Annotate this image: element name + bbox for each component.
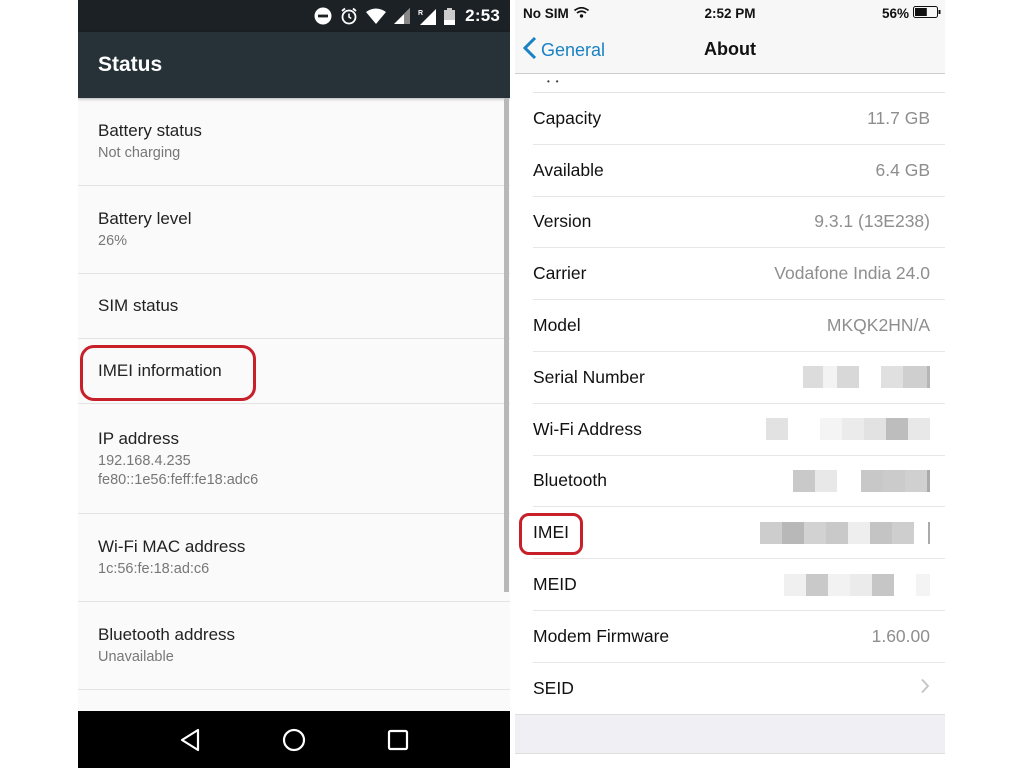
ios-about-screen: No SIM 2:52 PM 56% General About •• Capa…	[515, 0, 945, 768]
about-rows: Capacity 11.7 GB Available 6.4 GB Versio…	[515, 93, 945, 715]
row-meid: MEID	[533, 559, 945, 611]
android-nav-bar	[78, 711, 510, 768]
row-value: MKQK2HN/A	[826, 315, 930, 336]
row-wifi-address: Wi-Fi Address	[533, 404, 945, 456]
row-version: Version 9.3.1 (13E238)	[533, 197, 945, 249]
row-value: Vodafone India 24.0	[774, 263, 930, 284]
row-label: Model	[533, 315, 581, 336]
row-value: 11.7 GB	[867, 107, 930, 128]
row-carrier: Carrier Vodafone India 24.0	[533, 248, 945, 301]
row-value: 9.3.1 (13E238)	[814, 211, 930, 232]
signal-roaming-icon: R	[418, 8, 437, 25]
row-label: Bluetooth	[533, 470, 607, 491]
row-label: SEID	[533, 678, 574, 699]
ios-clock: 2:52 PM	[704, 5, 756, 21]
partially-hidden-row: ••	[533, 75, 945, 93]
row-value: 1.60.00	[871, 625, 930, 646]
item-value: 1c:56:fe:18:ad:c6	[98, 561, 210, 577]
wifi-icon	[366, 8, 387, 24]
row-label: Carrier	[533, 263, 587, 284]
scrollbar[interactable]	[504, 98, 509, 592]
list-item-sim-status[interactable]: SIM status	[78, 274, 510, 339]
item-label: IP address	[98, 428, 179, 448]
list-item-battery-level[interactable]: Battery level 26%	[78, 186, 510, 274]
row-label: Modem Firmware	[533, 625, 670, 646]
battery-indicator: 56%	[881, 5, 941, 21]
blurred-value	[784, 573, 930, 596]
item-value-ipv6: fe80::1e56:feff:fe18:adc6	[98, 471, 259, 488]
list-item-bluetooth-address[interactable]: Bluetooth address Unavailable	[78, 602, 510, 690]
battery-icon	[444, 7, 456, 25]
row-imei: IMEI	[533, 507, 945, 560]
item-value: 26%	[98, 233, 128, 249]
row-bluetooth: Bluetooth	[533, 456, 945, 508]
status-list: Battery status Not charging Battery leve…	[78, 98, 510, 690]
item-label: Wi-Fi MAC address	[98, 537, 246, 556]
do-not-disturb-icon	[314, 7, 332, 25]
list-item-battery-status[interactable]: Battery status Not charging	[78, 98, 510, 186]
blurred-value	[803, 366, 930, 389]
ios-nav-bar: General About	[515, 26, 945, 74]
row-label: Wi-Fi Address	[533, 418, 642, 439]
page-title: Status	[98, 53, 163, 76]
recents-icon[interactable]	[378, 720, 418, 760]
signal-icon	[394, 8, 411, 24]
item-label: Battery status	[98, 121, 202, 140]
home-icon[interactable]	[274, 720, 314, 760]
item-label: Bluetooth address	[98, 625, 236, 644]
battery-icon	[913, 5, 941, 21]
row-capacity: Capacity 11.7 GB	[533, 93, 945, 145]
ios-status-bar: No SIM 2:52 PM 56%	[515, 0, 945, 26]
row-label: Serial Number	[533, 366, 645, 387]
item-value: Not charging	[98, 145, 181, 161]
row-model[interactable]: Model MKQK2HN/A	[533, 300, 945, 352]
blurred-value	[766, 418, 930, 441]
page-title: About	[704, 39, 756, 59]
row-label: Version	[533, 211, 592, 232]
svg-text:R: R	[418, 10, 423, 17]
android-status-bar: R 2:53	[78, 0, 510, 32]
row-value: 6.4 GB	[875, 159, 930, 180]
blurred-value	[793, 469, 930, 492]
item-value: 192.168.4.235	[98, 452, 191, 469]
back-icon[interactable]	[170, 720, 210, 760]
list-item-imei-information[interactable]: IMEI information	[78, 339, 510, 404]
row-label: Available	[533, 159, 604, 180]
row-label: MEID	[533, 574, 577, 595]
android-status-screen: R 2:53 Status Battery status Not chargin…	[78, 0, 510, 768]
section-footer	[515, 714, 945, 754]
item-label: SIM status	[98, 296, 179, 315]
row-serial-number: Serial Number	[533, 352, 945, 404]
android-app-bar: Status	[78, 32, 510, 98]
row-seid[interactable]: SEID	[533, 663, 945, 715]
row-modem-firmware: Modem Firmware 1.60.00	[533, 611, 945, 663]
list-item-ip-address[interactable]: IP address 192.168.4.235 fe80::1e56:feff…	[78, 404, 510, 514]
item-value: Unavailable	[98, 649, 174, 665]
list-item-wifi-mac-address[interactable]: Wi-Fi MAC address 1c:56:fe:18:ad:c6	[78, 514, 510, 602]
row-label: IMEI	[533, 522, 569, 543]
chevron-right-icon	[920, 677, 930, 700]
item-label: IMEI information	[98, 361, 222, 380]
item-label: Battery level	[98, 209, 192, 228]
battery-percent: 56%	[881, 5, 909, 21]
row-label: Capacity	[533, 107, 602, 128]
blurred-value	[760, 521, 930, 544]
android-clock: 2:53	[465, 6, 500, 25]
alarm-icon	[340, 7, 358, 25]
row-available: Available 6.4 GB	[533, 145, 945, 197]
